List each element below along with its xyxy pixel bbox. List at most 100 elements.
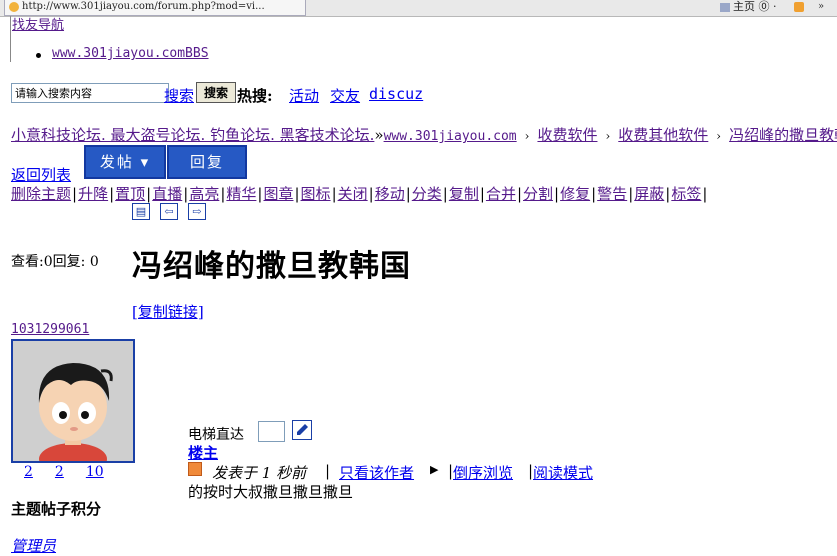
breadcrumb-item[interactable]: 收费软件 (537, 126, 597, 144)
separator: | (146, 185, 152, 203)
read-mode-link[interactable]: 阅读模式 (533, 462, 593, 483)
avatar-image (13, 341, 133, 461)
separator: | (72, 185, 78, 203)
moderator-toolbar: 删除主题|升降|置顶|直播|高亮|精华|图章|图标|关闭|移动|分类|复制|合并… (11, 183, 708, 204)
elevator-input[interactable] (258, 421, 285, 442)
separator: | (294, 185, 300, 203)
elevator-go-icon[interactable] (292, 420, 312, 440)
mod-action-link[interactable]: 图标 (301, 185, 331, 203)
breadcrumb-separator: › (605, 129, 611, 143)
mod-action-link[interactable]: 关闭 (338, 185, 368, 203)
search-link[interactable]: 搜索 (164, 85, 194, 106)
author-stats-labels: 主题帖子积分 (11, 500, 102, 518)
mod-action-link[interactable]: 分类 (412, 185, 442, 203)
separator: | (442, 185, 448, 203)
search-input[interactable] (11, 83, 169, 103)
separator: | (331, 185, 337, 203)
breadcrumb-item[interactable]: 收费其他软件 (618, 126, 708, 144)
bullet-icon (36, 53, 41, 58)
views-count: 0 (43, 254, 53, 270)
only-author-link[interactable]: 只看该作者 (339, 462, 414, 483)
post-time: 发表于 1 秒前 (212, 464, 307, 482)
favicon-icon (9, 1, 19, 12)
replies-count: 0 (89, 254, 99, 270)
home-button[interactable]: 主页 ⓪ · (720, 0, 777, 14)
separator: | (628, 185, 634, 203)
separator: | (325, 462, 331, 480)
floor-label-link[interactable]: 楼主 (188, 442, 218, 463)
elevator-label: 电梯直达 (188, 427, 244, 443)
author-stat-topics[interactable]: 2 (24, 464, 33, 480)
mod-action-link[interactable]: 置顶 (115, 185, 145, 203)
chevron-right-icon[interactable]: » (818, 0, 824, 14)
next-thread-icon[interactable]: ⇨ (188, 203, 206, 220)
mod-action-link[interactable]: 屏蔽 (634, 185, 664, 203)
hot-search-item[interactable]: discuz (369, 85, 423, 103)
back-to-list-link[interactable]: 返回列表 (11, 164, 71, 185)
views-label: 查看: (11, 254, 44, 270)
mod-action-link[interactable]: 高亮 (189, 185, 219, 203)
author-stats: 2 2 10 (24, 464, 126, 480)
breadcrumb-separator: › (524, 129, 530, 143)
print-icon[interactable]: ▤ (132, 203, 150, 220)
breadcrumb-arrow: » (374, 126, 384, 144)
home-suffix: ⓪ · (758, 0, 777, 13)
separator: | (516, 185, 523, 203)
mod-action-link[interactable]: 精华 (226, 185, 256, 203)
hot-search-label: 热搜: (237, 87, 273, 105)
thread-stats: 查看:0回复: 0 (11, 251, 99, 271)
mod-action-link[interactable]: 标签 (671, 185, 701, 203)
separator: | (257, 185, 263, 203)
new-post-button[interactable]: 发帖 ▾ (84, 145, 166, 179)
mod-action-link[interactable]: 移动 (375, 185, 405, 203)
author-role-link[interactable]: 管理员 (11, 535, 56, 556)
separator: | (183, 185, 189, 203)
breadcrumb-home[interactable]: 小意科技论坛. 最大盗号论坛. 钓鱼论坛. 黑客技术论坛. (11, 126, 374, 144)
replies-label: 回复: (52, 254, 86, 270)
mod-action-link[interactable]: 合并 (486, 185, 516, 203)
mod-action-link[interactable]: 复制 (449, 185, 479, 203)
prev-thread-icon[interactable]: ⇦ (160, 203, 178, 220)
mod-action-link[interactable]: 升降 (78, 185, 108, 203)
separator: | (368, 185, 374, 203)
mod-action-link[interactable]: 分割 (523, 185, 553, 203)
separator: | (591, 185, 597, 203)
user-online-icon (188, 462, 202, 476)
post-body: 的按时大叔撒旦撒旦撒旦 (188, 483, 354, 501)
author-name-link[interactable]: 1031299061 (11, 322, 89, 337)
pencil-icon (297, 424, 308, 435)
author-stat-posts[interactable]: 2 (55, 464, 64, 480)
breadcrumb: 小意科技论坛. 最大盗号论坛. 钓鱼论坛. 黑客技术论坛.»www.301jia… (11, 124, 837, 145)
hot-search-item[interactable]: 交友 (330, 85, 360, 106)
separator: | (220, 185, 226, 203)
home-label: 主页 (733, 0, 755, 13)
caret-right-icon: ▶ (430, 463, 439, 476)
separator: | (665, 185, 671, 203)
separator: | (554, 185, 560, 203)
author-stat-points[interactable]: 10 (86, 464, 104, 480)
rss-icon[interactable] (794, 2, 804, 12)
mod-action-link[interactable]: 直播 (152, 185, 182, 203)
thread-title: 冯绍峰的撒旦教韩国 (132, 249, 411, 284)
avatar[interactable] (11, 339, 135, 463)
breadcrumb-separator: › (716, 129, 722, 143)
mod-action-link[interactable]: 修复 (560, 185, 590, 203)
separator: | (405, 185, 411, 203)
divider-line (10, 16, 11, 62)
reply-button[interactable]: 回复 (167, 145, 247, 179)
bbs-link[interactable]: www.301jiayou.comBBS (52, 46, 209, 61)
separator: | (109, 185, 115, 203)
mod-action-link[interactable]: 图章 (263, 185, 293, 203)
reverse-order-link[interactable]: 倒序浏览 (453, 462, 513, 483)
breadcrumb-site[interactable]: www.301jiayou.com (384, 129, 517, 144)
separator: | (702, 185, 708, 203)
home-icon (720, 2, 730, 12)
search-button[interactable]: 搜索 (196, 82, 236, 103)
hot-search-item[interactable]: 活动 (289, 85, 319, 106)
breadcrumb-item[interactable]: 冯绍峰的撒旦教韩国 (729, 126, 837, 144)
copy-link[interactable]: [复制链接] (132, 301, 204, 322)
mod-action-link[interactable]: 删除主题 (11, 185, 71, 203)
browser-tab-title: http://www.301jiayou.com/forum.php?mod=v… (22, 1, 265, 12)
mod-action-link[interactable]: 警告 (597, 185, 627, 203)
nav-link-partial[interactable]: 找友导航 (12, 14, 64, 33)
